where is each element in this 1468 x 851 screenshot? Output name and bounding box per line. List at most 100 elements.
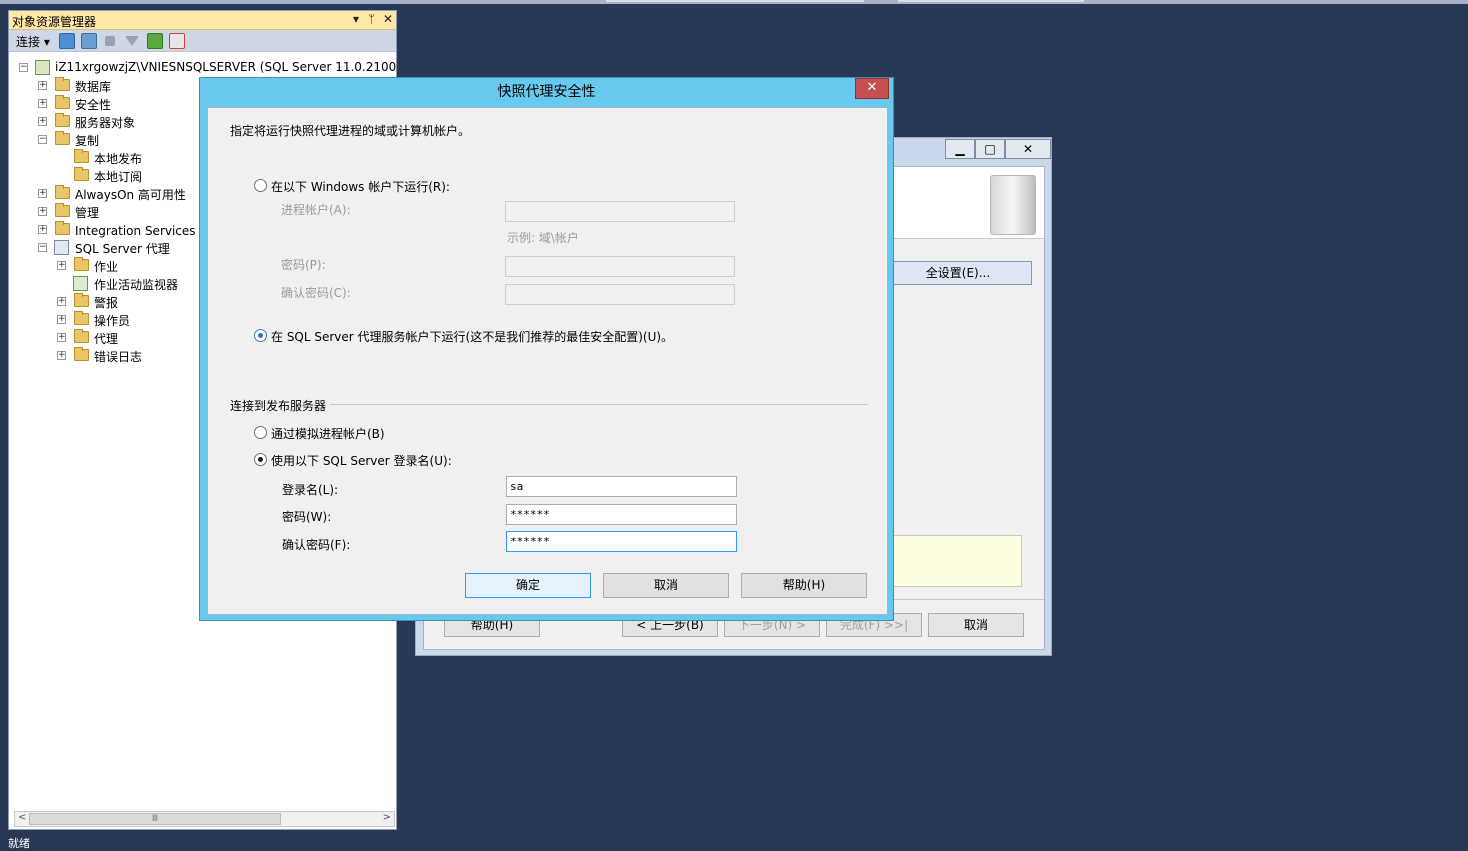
collapse-icon[interactable]: −: [38, 135, 47, 144]
expand-icon[interactable]: +: [57, 297, 66, 306]
help-button[interactable]: 帮助(H): [741, 573, 867, 598]
folder-icon: [74, 329, 89, 343]
server-icon: [35, 60, 50, 75]
tree-node-label: 作业活动监视器: [94, 278, 179, 292]
close-icon[interactable]: ✕: [1005, 139, 1051, 159]
expand-icon[interactable]: +: [57, 261, 66, 270]
expand-icon[interactable]: +: [38, 189, 47, 198]
process-account-label: 进程帐户(A):: [281, 203, 351, 217]
dialog-title: 快照代理安全性: [497, 84, 596, 100]
confirm-password-label: 确认密码(C):: [281, 286, 351, 300]
ok-button[interactable]: 确定: [465, 573, 591, 598]
sql-confirm-password-label: 确认密码(F):: [282, 538, 351, 552]
expand-icon[interactable]: +: [57, 315, 66, 324]
tree-node-label: 警报: [94, 296, 119, 310]
sql-password-input[interactable]: ******: [506, 504, 737, 525]
wizard-book-icon: [990, 175, 1036, 235]
minimize-icon[interactable]: ▁: [945, 139, 975, 159]
radio-sql-login[interactable]: [254, 453, 267, 466]
example-text: 示例: 域\帐户: [507, 231, 579, 245]
login-label: 登录名(L):: [282, 483, 339, 497]
expand-icon[interactable]: +: [57, 351, 66, 360]
connect-label: 连接: [16, 35, 41, 49]
status-bar: 就绪: [0, 831, 1468, 851]
sql-confirm-password-input[interactable]: ******: [506, 531, 737, 552]
collapse-icon[interactable]: −: [38, 243, 47, 252]
status-text: 就绪: [8, 837, 30, 850]
wizard-summary-box: [884, 535, 1022, 587]
tree-node-label: 作业: [94, 260, 119, 274]
radio-agent-account[interactable]: [254, 329, 267, 342]
object-explorer-title: 对象资源管理器: [12, 15, 97, 29]
folder-icon: [55, 95, 70, 109]
connect-button[interactable]: 连接 ▾: [16, 33, 50, 50]
sql-password-label: 密码(W):: [282, 510, 332, 524]
process-account-input[interactable]: [505, 201, 735, 222]
section-title: 连接到发布服务器: [230, 399, 327, 413]
scroll-right-icon[interactable]: >: [383, 812, 391, 823]
refresh-icon[interactable]: [147, 33, 163, 49]
object-explorer-toolbar: 连接 ▾: [9, 30, 396, 52]
folder-icon: [74, 347, 89, 361]
folder-icon: [55, 113, 70, 127]
folder-icon: [55, 203, 70, 217]
tree-node-label: AlwaysOn 高可用性: [75, 188, 186, 202]
login-input[interactable]: sa: [506, 476, 737, 497]
top-strip: [0, 0, 1468, 4]
dialog-client-area: 指定将运行快照代理进程的域或计算机帐户。 在以下 Windows 帐户下运行(R…: [207, 107, 888, 615]
tree-node-label: 代理: [94, 332, 119, 346]
expand-icon[interactable]: +: [38, 81, 47, 90]
folder-icon: [74, 149, 89, 163]
section-separator: [330, 404, 868, 405]
expand-icon[interactable]: +: [38, 225, 47, 234]
wizard-cancel-button[interactable]: 取消: [928, 613, 1024, 637]
pin-icon[interactable]: ᛘ: [368, 12, 375, 26]
tree-node-label: 管理: [75, 206, 100, 220]
scroll-left-icon[interactable]: <: [18, 812, 26, 823]
tree-node-label: 数据库: [75, 80, 112, 94]
connect-server-icon[interactable]: [59, 33, 75, 49]
folder-icon: [55, 77, 70, 91]
folder-icon: [55, 131, 70, 145]
filter-icon[interactable]: [125, 36, 139, 46]
folder-icon: [74, 167, 89, 181]
activity-monitor-icon: [73, 276, 88, 291]
tree-node-label: 本地发布: [94, 152, 143, 166]
expand-icon[interactable]: +: [38, 117, 47, 126]
expand-icon[interactable]: +: [38, 99, 47, 108]
password-label: 密码(P):: [281, 258, 326, 272]
radio-impersonate[interactable]: [254, 426, 267, 439]
object-explorer-titlebar: 对象资源管理器 ▾ ᛘ ✕: [9, 11, 396, 30]
cancel-button[interactable]: 取消: [603, 573, 729, 598]
snapshot-agent-security-dialog: 快照代理安全性 ✕ 指定将运行快照代理进程的域或计算机帐户。 在以下 Windo…: [199, 77, 894, 621]
tree-node-label: SQL Server 代理: [75, 242, 170, 256]
radio-agent-account-label: 在 SQL Server 代理服务帐户下运行(这不是我们推荐的最佳安全配置)(U…: [271, 330, 674, 344]
horizontal-scrollbar[interactable]: < Ⅲ >: [14, 811, 395, 827]
intro-text: 指定将运行快照代理进程的域或计算机帐户。: [230, 124, 471, 138]
folder-icon: [74, 257, 89, 271]
radio-sql-login-label: 使用以下 SQL Server 登录名(U):: [271, 454, 452, 468]
folder-icon: [74, 311, 89, 325]
security-settings-button[interactable]: 全设置(E)...: [884, 261, 1032, 285]
password-input[interactable]: [505, 256, 735, 277]
disconnect-icon[interactable]: [81, 33, 97, 49]
expand-icon[interactable]: +: [38, 207, 47, 216]
dialog-close-icon[interactable]: ✕: [855, 78, 889, 99]
tree-node-label: 服务器对象: [75, 116, 136, 130]
stop-icon[interactable]: [105, 36, 115, 46]
folder-icon: [55, 185, 70, 199]
close-icon[interactable]: ✕: [383, 12, 393, 26]
radio-impersonate-label: 通过模拟进程帐户(B): [271, 427, 385, 441]
maximize-icon[interactable]: □: [975, 139, 1005, 159]
folder-icon: [74, 293, 89, 307]
activity-monitor-icon[interactable]: [169, 33, 185, 49]
tree-node-label: Integration Services 目: [75, 224, 212, 238]
tree-node-label: 错误日志: [94, 350, 143, 364]
expand-icon[interactable]: +: [57, 333, 66, 342]
scroll-thumb[interactable]: Ⅲ: [29, 813, 281, 825]
dropdown-menu-icon[interactable]: ▾: [353, 12, 359, 26]
radio-windows-account[interactable]: [254, 179, 267, 192]
sql-agent-icon: [54, 240, 69, 255]
folder-icon: [55, 221, 70, 235]
confirm-password-input[interactable]: [505, 284, 735, 305]
